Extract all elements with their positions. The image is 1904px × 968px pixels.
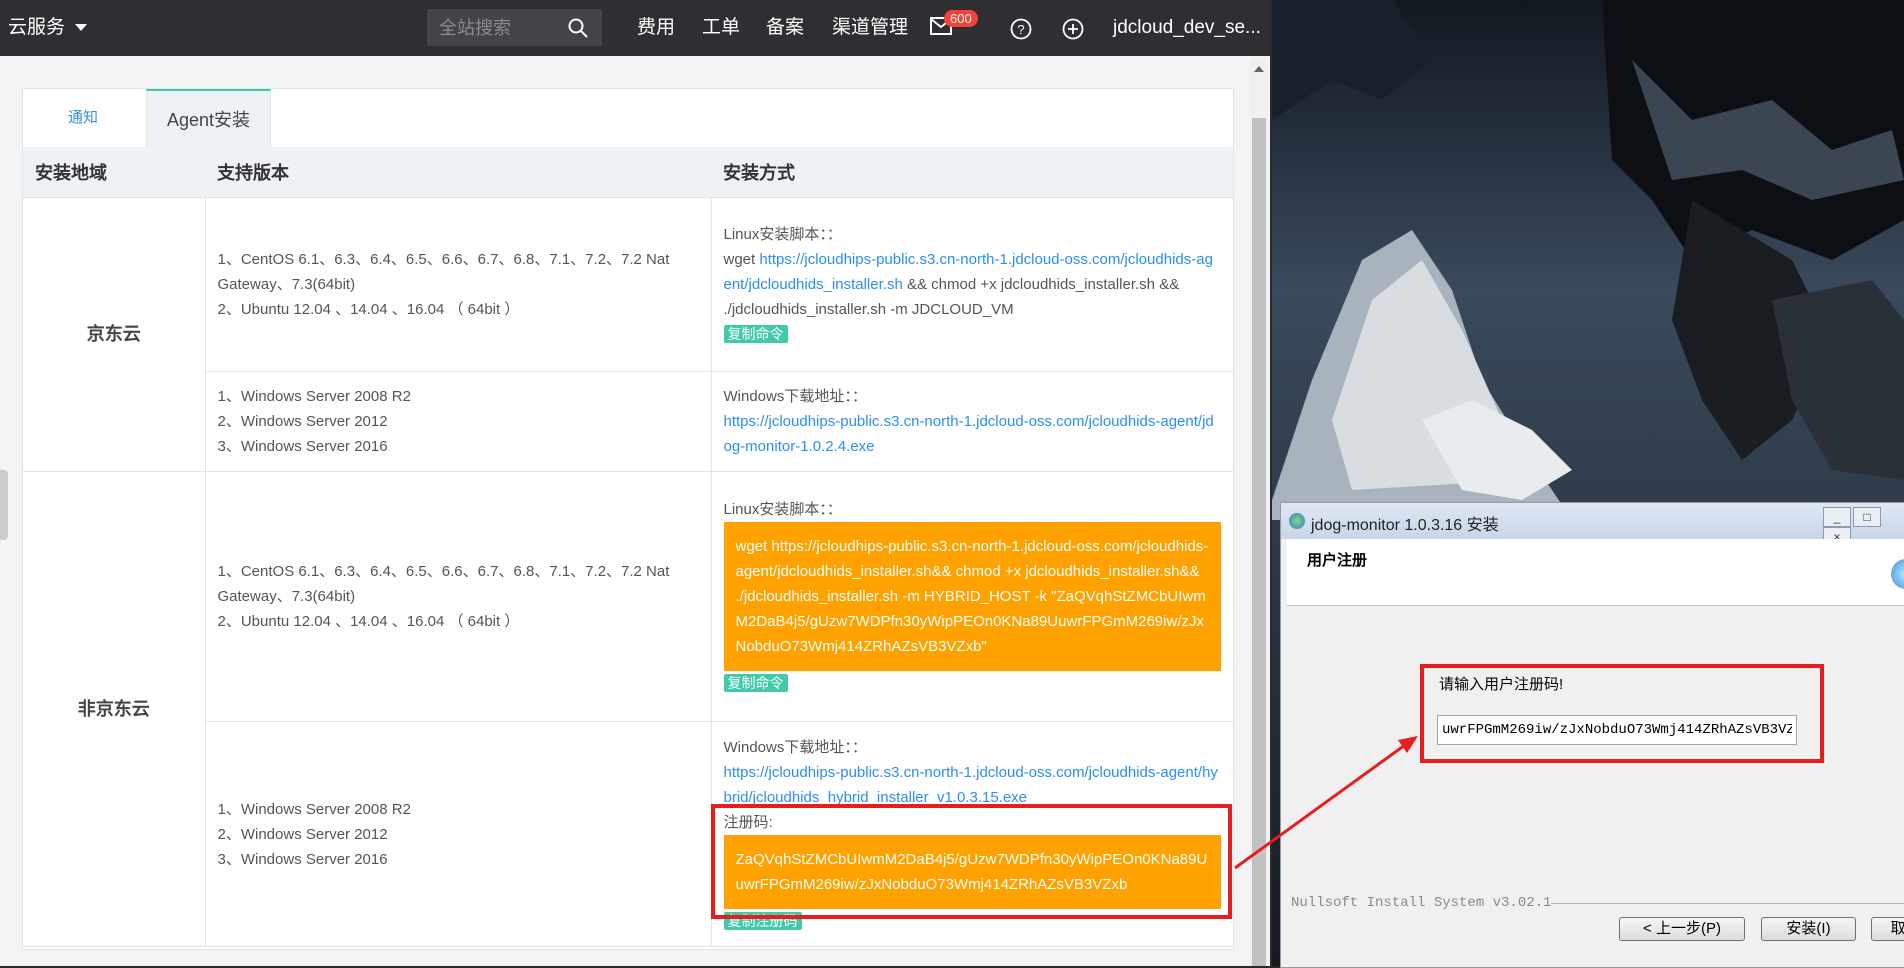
brand-label: 云服务 (8, 17, 66, 38)
cloud-services-menu[interactable]: 云服务 (8, 0, 88, 56)
method-cell: Linux安装脚本：： wget https://jcloudhips-publ… (710, 197, 1233, 372)
search-input[interactable] (437, 15, 561, 41)
back-button[interactable]: < 上一步(P) (1619, 917, 1745, 941)
windows-download-link[interactable]: https://jcloudhips-public.s3.cn-north-1.… (724, 409, 1222, 459)
method-cell: Windows下载地址：： https://jcloudhips-public.… (710, 371, 1233, 472)
region-non-jdcloud: 非京东云 (23, 471, 205, 947)
table-row: 非京东云 1、CentOS 6.1、6.3、6.4、6.5、6.6、6.7、6.… (23, 471, 1233, 947)
caret-down-icon (75, 24, 88, 32)
scrollbar-thumb[interactable] (1252, 118, 1266, 966)
windows-download-label: Windows下载地址：： (723, 388, 867, 405)
method-cell: Linux安装脚本：： wget https://jcloudhips-publ… (710, 471, 1233, 722)
hybrid-linux-command: wget https://jcloudhips-public.s3.cn-nor… (723, 522, 1221, 671)
copy-command-button[interactable]: 复制命令 (723, 674, 788, 692)
windows-download-label: Windows下载地址：： (723, 738, 867, 756)
maximize-icon[interactable]: □ (1853, 507, 1881, 527)
cancel-button[interactable]: 取消(C) (1871, 917, 1904, 941)
minimize-icon[interactable]: _ (1823, 507, 1851, 527)
search-box[interactable] (427, 9, 602, 46)
user-account[interactable]: jdcloud_dev_se... (1113, 0, 1261, 56)
scroll-up-icon[interactable] (1254, 66, 1264, 72)
linux-script-label: Linux安装脚本：： (723, 226, 842, 243)
linux-command: wget https://jcloudhips-public.s3.cn-nor… (724, 247, 1222, 322)
nav-channel-management[interactable]: 渠道管理 (832, 0, 908, 56)
nav-tickets[interactable]: 工单 (702, 0, 740, 56)
dialog-titlebar: jdog-monitor 1.0.3.16 安装 _ □× (1281, 503, 1904, 547)
highlight-box-reg-input (1420, 664, 1824, 763)
version-item: 2、Windows Server 2012 (217, 825, 388, 843)
versions-cell: 1、CentOS 6.1、6.3、6.4、6.5、6.6、6.7、6.8、7.1… (204, 471, 711, 722)
nav-filing[interactable]: 备案 (766, 0, 804, 56)
tab-agent-install[interactable]: Agent安装 (146, 89, 271, 148)
header-version: 支持版本 (205, 147, 711, 198)
nav-billing[interactable]: 费用 (637, 0, 675, 56)
nullsoft-label: Nullsoft Install System v3.02.1 (1291, 895, 1552, 911)
version-item: 1、Windows Server 2008 R2 (217, 388, 411, 405)
add-circle-icon[interactable] (1062, 18, 1084, 40)
versions-cell: 1、CentOS 6.1、6.3、6.4、6.5、6.6、6.7、6.8、7.1… (204, 197, 711, 372)
vertical-scrollbar[interactable] (1250, 58, 1268, 966)
version-item: 2、Ubuntu 12.04 、14.04 、16.04 （ 64bit ） (217, 613, 520, 630)
tab-notice[interactable]: 通知 (23, 89, 143, 147)
versions-cell: 1、Windows Server 2008 R2 2、Windows Serve… (204, 721, 711, 947)
version-item: 1、CentOS 6.1、6.3、6.4、6.5、6.6、6.7、6.8、7.1… (217, 563, 670, 605)
table-header-row: 安装地域 支持版本 安装方式 (23, 147, 1233, 198)
region-jdcloud: 京东云 (23, 197, 205, 472)
dialog-header-title: 用户注册 (1307, 552, 1368, 569)
table-row: 1、Windows Server 2008 R2 2、Windows Serve… (23, 371, 1233, 472)
version-item: 1、Windows Server 2008 R2 (217, 800, 411, 818)
dialog-header: 用户注册 (1287, 539, 1904, 606)
command-prefix: wget (723, 251, 760, 268)
installer-logo-icon (1891, 559, 1904, 589)
version-item: 2、Windows Server 2012 (217, 413, 388, 430)
help-icon[interactable]: ? (1010, 18, 1032, 40)
table-row: 京东云 1、CentOS 6.1、6.3、6.4、6.5、6.6、6.7、6.8… (23, 197, 1233, 472)
version-item: 3、Windows Server 2016 (217, 438, 388, 455)
installer-app-icon (1289, 513, 1305, 529)
copy-command-button[interactable]: 复制命令 (723, 325, 788, 343)
dialog-title: jdog-monitor 1.0.3.16 安装 (1311, 517, 1499, 534)
hybrid-installer-link[interactable]: https://jcloudhips-public.s3.cn-north-1.… (724, 760, 1222, 810)
versions-cell: 1、Windows Server 2008 R2 2、Windows Serve… (204, 371, 711, 472)
mail-badge: 600 (944, 10, 978, 27)
linux-script-label: Linux安装脚本：： (723, 501, 842, 518)
search-icon[interactable] (568, 18, 588, 38)
header-region: 安装地域 (23, 147, 205, 198)
highlight-box-reg-code (711, 804, 1232, 919)
svg-text:?: ? (1017, 22, 1024, 37)
header-method: 安装方式 (711, 147, 1233, 198)
tab-bar: 通知 Agent安装 (23, 89, 1233, 148)
version-item: 2、Ubuntu 12.04 、14.04 、16.04 （ 64bit ） (217, 301, 520, 318)
install-button[interactable]: 安装(I) (1761, 917, 1856, 941)
version-item: 3、Windows Server 2016 (217, 850, 388, 868)
top-navbar: 云服务 费用 工单 备案 渠道管理 600 ? jdcloud_dev_se..… (0, 0, 1270, 56)
side-collapse-handle[interactable] (0, 470, 8, 540)
nullsoft-divider (1551, 903, 1904, 904)
browser-window: 云服务 费用 工单 备案 渠道管理 600 ? jdcloud_dev_se..… (0, 0, 1270, 966)
version-item: 1、CentOS 6.1、6.3、6.4、6.5、6.6、6.7、6.8、7.1… (217, 251, 670, 293)
